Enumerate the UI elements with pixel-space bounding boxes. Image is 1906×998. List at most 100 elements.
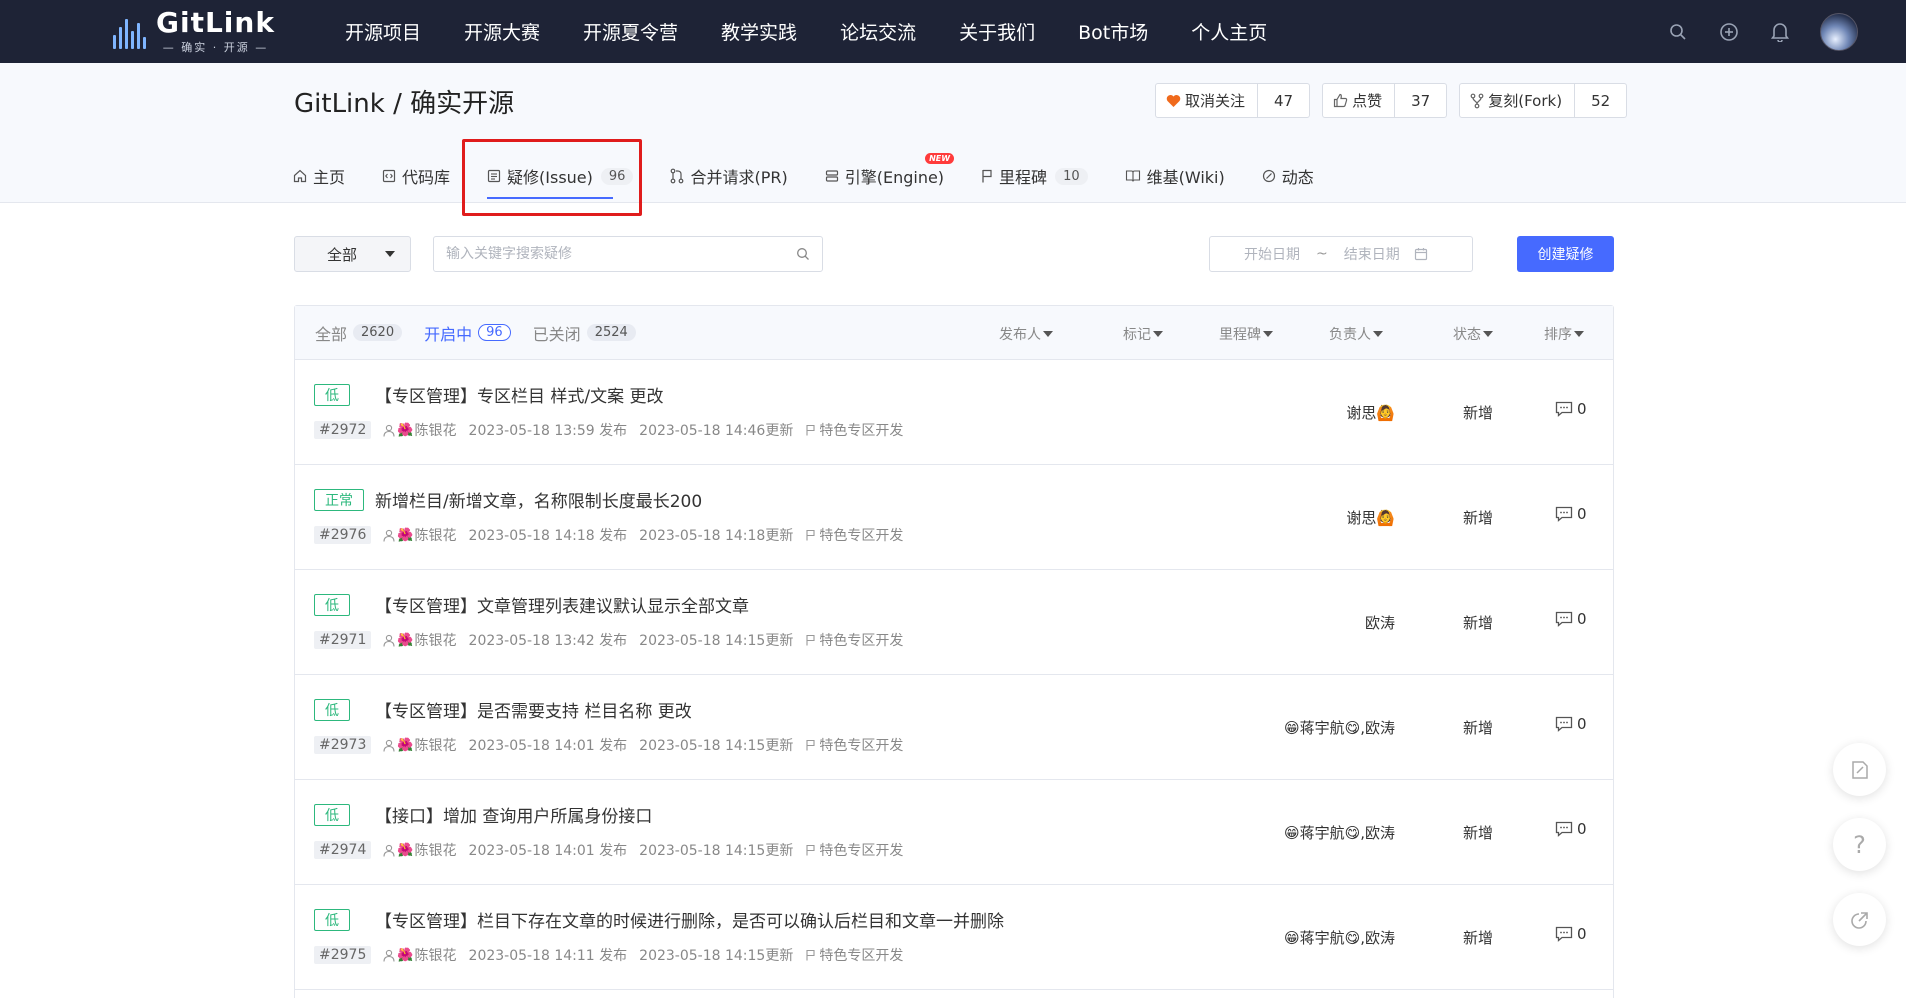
comment-count: 0 <box>1577 715 1587 733</box>
nav-item-profile[interactable]: 个人主页 <box>1191 18 1267 45</box>
issue-milestone[interactable]: 特色专区开发 <box>805 945 903 965</box>
repo-title[interactable]: GitLink / 确实开源 <box>294 83 514 120</box>
nav-item-teaching[interactable]: 教学实践 <box>721 18 797 45</box>
issue-assignee[interactable]: 😁蒋宇航😋,欧涛 <box>1284 927 1395 948</box>
tab-wiki[interactable]: 维基(Wiki) <box>1125 161 1225 191</box>
issue-scope-select[interactable]: 全部 <box>294 236 411 272</box>
issue-milestone[interactable]: 特色专区开发 <box>805 630 903 650</box>
nav-item-about[interactable]: 关于我们 <box>959 18 1035 45</box>
issue-milestone[interactable]: 特色专区开发 <box>805 735 903 755</box>
nav-item-summer-camp[interactable]: 开源夏令营 <box>583 18 678 45</box>
tab-home[interactable]: 主页 <box>293 161 345 191</box>
author-emoji-icon: 🌺 <box>397 842 414 858</box>
issue-milestone[interactable]: 特色专区开发 <box>805 525 903 545</box>
nav-item-competition[interactable]: 开源大赛 <box>464 18 540 45</box>
issue-id[interactable]: #2971 <box>314 631 372 649</box>
issue-comments[interactable]: 0 <box>1555 715 1587 733</box>
issue-assignee[interactable]: 谢思🙆 <box>1346 402 1395 423</box>
issue-milestone[interactable]: 特色专区开发 <box>805 840 903 860</box>
milestone-icon <box>806 424 815 436</box>
issue-assignee[interactable]: 😁蒋宇航😋,欧涛 <box>1284 822 1395 843</box>
start-date-input[interactable]: 开始日期 <box>1244 244 1300 264</box>
filter-label[interactable]: 标记 <box>1123 324 1163 344</box>
issue-title-link[interactable]: 【接口】增加 查询用户所属身份接口 <box>375 802 652 827</box>
tab-activity[interactable]: 动态 <box>1262 161 1314 191</box>
tab-issues[interactable]: 疑修(Issue) 96 <box>487 161 634 199</box>
tab-code[interactable]: 代码库 <box>382 161 450 191</box>
issue-author[interactable]: 🌺 陈银花 <box>383 630 457 650</box>
fork-icon <box>1470 93 1484 108</box>
status-tab-closed[interactable]: 已关闭 2524 <box>533 321 636 345</box>
like-count[interactable]: 37 <box>1395 84 1446 117</box>
logo-title: GitLink <box>156 6 275 39</box>
issue-row[interactable]: 正常 新增栏目/新增文章，名称限制长度最长200 #2976 🌺 陈银花 202… <box>295 465 1613 570</box>
date-range-separator: ~ <box>1316 246 1328 262</box>
issue-assignee[interactable]: 谢思🙆 <box>1346 507 1395 528</box>
date-range-picker[interactable]: 开始日期 ~ 结束日期 <box>1209 236 1473 272</box>
issue-assignee[interactable]: 😁蒋宇航😋,欧涛 <box>1284 717 1395 738</box>
nav-item-forum[interactable]: 论坛交流 <box>840 18 916 45</box>
nav-item-bot-market[interactable]: Bot市场 <box>1078 18 1148 45</box>
issue-author[interactable]: 🌺 陈银花 <box>383 840 457 860</box>
filter-author[interactable]: 发布人 <box>999 324 1053 344</box>
help-float-button[interactable]: ? <box>1833 818 1886 871</box>
issue-author[interactable]: 🌺 陈银花 <box>383 945 457 965</box>
unwatch-button[interactable]: 取消关注 47 <box>1155 83 1311 118</box>
issue-author[interactable]: 🌺 陈银花 <box>383 735 457 755</box>
user-avatar[interactable] <box>1820 12 1858 51</box>
filter-status-label: 状态 <box>1453 327 1481 343</box>
issue-id[interactable]: #2976 <box>314 526 372 544</box>
create-issue-button[interactable]: 创建疑修 <box>1517 236 1614 272</box>
share-float-button[interactable] <box>1833 893 1886 946</box>
issue-row[interactable]: 低 【专区管理】专区栏目 样式/文案 更改 #2972 🌺 陈银花 2023-0… <box>295 360 1613 465</box>
add-icon[interactable] <box>1718 21 1740 43</box>
like-button[interactable]: 点赞 37 <box>1322 83 1448 118</box>
issue-row[interactable]: 低 【专区管理】文章管理列表建议默认显示全部文章 #2971 🌺 陈银花 202… <box>295 570 1613 675</box>
issue-milestone[interactable]: 特色专区开发 <box>805 420 903 440</box>
fork-button[interactable]: 复刻(Fork) 52 <box>1459 83 1628 118</box>
status-tab-closed-count: 2524 <box>586 324 636 341</box>
issue-comments[interactable]: 0 <box>1555 820 1587 838</box>
issue-title-link[interactable]: 【专区管理】专区栏目 样式/文案 更改 <box>375 382 664 407</box>
status-tab-open[interactable]: 开启中 96 <box>424 321 511 345</box>
watch-count[interactable]: 47 <box>1258 84 1309 117</box>
tab-issues-label: 疑修(Issue) <box>507 168 593 187</box>
status-tab-all[interactable]: 全部 2620 <box>315 321 403 345</box>
issue-id[interactable]: #2974 <box>314 841 372 859</box>
nav-item-projects[interactable]: 开源项目 <box>345 18 421 45</box>
tab-pull-requests[interactable]: 合并请求(PR) <box>670 161 788 191</box>
issue-comments[interactable]: 0 <box>1555 400 1587 418</box>
issue-search-input[interactable] <box>446 246 796 262</box>
issue-id[interactable]: #2973 <box>314 736 372 754</box>
fork-count[interactable]: 52 <box>1575 84 1626 117</box>
tab-engine[interactable]: 引擎(Engine) NEW <box>825 153 955 191</box>
issue-title-link[interactable]: 【专区管理】是否需要支持 栏目名称 更改 <box>375 697 692 722</box>
feedback-float-button[interactable] <box>1833 743 1886 796</box>
issue-assignee[interactable]: 欧涛 <box>1365 612 1395 633</box>
search-icon[interactable] <box>1667 21 1689 43</box>
issue-author[interactable]: 🌺 陈银花 <box>383 525 457 545</box>
issue-comments[interactable]: 0 <box>1555 925 1587 943</box>
bell-icon[interactable] <box>1769 21 1791 43</box>
search-icon[interactable] <box>796 247 810 261</box>
filter-status[interactable]: 状态 <box>1453 324 1493 344</box>
end-date-input[interactable]: 结束日期 <box>1344 244 1400 264</box>
issue-comments[interactable]: 0 <box>1555 610 1587 628</box>
filter-milestone[interactable]: 里程碑 <box>1219 324 1273 344</box>
filter-sort[interactable]: 排序 <box>1544 324 1584 344</box>
issue-title-link[interactable]: 【专区管理】文章管理列表建议默认显示全部文章 <box>375 592 749 617</box>
filter-assignee[interactable]: 负责人 <box>1329 324 1383 344</box>
issue-comments[interactable]: 0 <box>1555 505 1587 523</box>
tab-milestones[interactable]: 里程碑 10 <box>981 161 1088 191</box>
issue-title-link[interactable]: 【专区管理】栏目下存在文章的时候进行删除，是否可以确认后栏目和文章一并删除 <box>375 907 1004 932</box>
author-emoji-icon: 🌺 <box>397 527 414 543</box>
issue-title-link[interactable]: 新增栏目/新增文章，名称限制长度最长200 <box>375 487 702 512</box>
gitlink-logo[interactable]: GitLink — 确实 · 开源 — <box>113 6 275 54</box>
issue-row[interactable]: 低 【接口】增加 查询用户所属身份接口 #2974 🌺 陈银花 2023-05-… <box>295 780 1613 885</box>
issue-id[interactable]: #2972 <box>314 421 372 439</box>
issue-row[interactable]: 低 【专区管理】栏目下存在文章的时候进行删除，是否可以确认后栏目和文章一并删除 … <box>295 885 1613 990</box>
issue-author[interactable]: 🌺 陈银花 <box>383 420 457 440</box>
issue-id[interactable]: #2975 <box>314 946 372 964</box>
issue-row[interactable]: 低 【专区管理】是否需要支持 栏目名称 更改 #2973 🌺 陈银花 2023-… <box>295 675 1613 780</box>
filter-milestone-label: 里程碑 <box>1219 327 1261 343</box>
